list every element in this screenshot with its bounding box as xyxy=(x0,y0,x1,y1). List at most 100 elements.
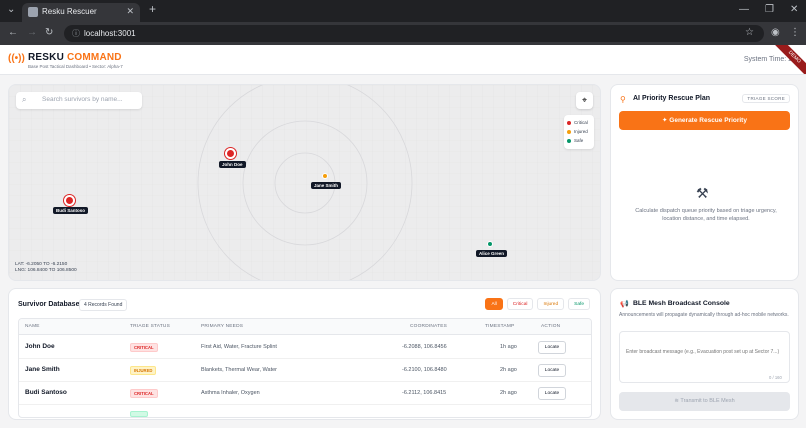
marker-label: Jane Smith xyxy=(311,182,342,189)
favicon-icon xyxy=(28,7,38,17)
browser-menu-icon[interactable]: ⋮ xyxy=(790,27,800,38)
search-input[interactable]: Search survivors by name... xyxy=(42,96,123,103)
brand-subtitle: Base Post Tactical Dashboard • Sector: A… xyxy=(28,64,123,69)
new-tab-icon[interactable]: + xyxy=(149,2,156,16)
legend-item-safe: Safe xyxy=(567,136,591,145)
triage-score-chip: TRIAGE SCORE xyxy=(742,94,790,103)
status-filters: All Critical Injured Safe xyxy=(485,298,590,310)
ble-title: BLE Mesh Broadcast Console xyxy=(633,300,730,307)
radio-signal-icon: ((•)) xyxy=(8,53,25,64)
status-badge: CRITICAL xyxy=(130,389,158,398)
status-badge xyxy=(130,411,148,417)
column-primary-needs: PRIMARY NEEDS xyxy=(201,324,244,329)
crosshair-icon: ⌖ xyxy=(581,95,588,105)
coordinates: -6.2100, 106.8480 xyxy=(402,367,447,373)
priority-panel: ⚲ AI Priority Rescue Plan TRIAGE SCORE ✦… xyxy=(610,84,799,281)
profile-icon[interactable]: ◉ xyxy=(771,27,780,38)
transmit-label: Transmit to BLE Mesh xyxy=(680,398,735,404)
ble-broadcast-panel: 📢 BLE Mesh Broadcast Console Announcemen… xyxy=(610,288,799,420)
survivor-name: Budi Santoso xyxy=(25,389,67,396)
site-info-icon[interactable]: ⓘ xyxy=(72,28,80,39)
marker-label: Alice Green xyxy=(476,250,508,257)
marker-pin xyxy=(487,241,493,247)
column-name: NAME xyxy=(25,324,40,329)
timestamp: 1h ago xyxy=(500,344,517,350)
status-badge: CRITICAL xyxy=(130,343,158,352)
primary-needs: First Aid, Water, Fracture Splint xyxy=(201,344,277,350)
brand-part-1: RESKU xyxy=(28,52,65,63)
search-icon: ⌕ xyxy=(22,95,27,104)
character-count: 0 / 160 xyxy=(769,375,782,380)
legend-item-critical: Critical xyxy=(567,118,591,127)
timestamp: 2h ago xyxy=(500,367,517,373)
browser-tab[interactable]: Resku Rescuer ✕ xyxy=(22,3,140,22)
marker-pin xyxy=(322,173,328,179)
table-header: NAME TRIAGE STATUS PRIMARY NEEDS COORDIN… xyxy=(19,319,591,335)
generate-priority-label: Generate Rescue Priority xyxy=(669,117,747,124)
brand-part-2: COMMAND xyxy=(67,52,122,63)
url-text: localhost:3001 xyxy=(84,29,136,38)
marker-label: John Doe xyxy=(219,161,246,168)
marker-label: Budi Santoso xyxy=(53,207,88,214)
status-badge: INJURED xyxy=(130,366,157,375)
legend-item-injured: Injured xyxy=(567,127,591,136)
column-triage-status: TRIAGE STATUS xyxy=(130,324,171,329)
ble-description: Announcements will propagate dynamically… xyxy=(619,312,789,318)
lng-range: LNG: 106.8400 TO 106.8500 xyxy=(15,268,77,273)
survivor-map[interactable]: ⌕ Search survivors by name... ⌖ Critical… xyxy=(8,84,601,281)
bookmark-star-icon[interactable]: ☆ xyxy=(745,27,754,38)
priority-description: Calculate dispatch queue priority based … xyxy=(635,208,777,222)
address-bar[interactable]: ⓘ localhost:3001 ☆ xyxy=(64,25,764,42)
coordinates: -6.2112, 106.8415 xyxy=(402,390,447,396)
transmit-button[interactable]: ≋ Transmit to BLE Mesh xyxy=(619,392,790,411)
locate-button[interactable]: Locate xyxy=(538,341,566,354)
back-icon[interactable]: ← xyxy=(8,27,18,38)
browser-toolbar: ← → ↻ ⓘ localhost:3001 ☆ ◉ ⋮ xyxy=(0,22,806,45)
filter-safe[interactable]: Safe xyxy=(568,298,590,310)
coordinates: -6.2088, 106.8456 xyxy=(402,344,447,350)
minimize-icon[interactable]: — xyxy=(739,4,749,15)
megaphone-icon: 📢 xyxy=(620,301,629,308)
filter-all[interactable]: All xyxy=(485,298,503,310)
primary-needs: Blankets, Thermal Wear, Water xyxy=(201,367,278,373)
map-grid xyxy=(9,85,600,280)
table-row[interactable] xyxy=(19,405,591,417)
survivor-name: John Doe xyxy=(25,343,55,350)
window-close-icon[interactable]: ✕ xyxy=(790,4,798,15)
location-pin-icon: ⚲ xyxy=(620,95,626,104)
survivor-name: Jane Smith xyxy=(25,366,60,373)
maximize-icon[interactable]: ❐ xyxy=(765,4,774,15)
column-action: ACTION xyxy=(541,324,561,329)
filter-critical[interactable]: Critical xyxy=(506,298,534,310)
timestamp: 2h ago xyxy=(500,390,517,396)
map-legend: Critical Injured Safe xyxy=(564,115,594,149)
map-coordinates: LAT: -6.2050 TO -6.2150 LNG: 106.8400 TO… xyxy=(15,262,77,274)
marker-pin xyxy=(66,197,73,204)
survivor-database: Survivor Database 4 Records Found All Cr… xyxy=(8,288,601,420)
table-row[interactable]: John Doe CRITICAL First Aid, Water, Frac… xyxy=(19,336,591,359)
column-timestamp: TIMESTAMP xyxy=(485,324,515,329)
column-coordinates: COORDINATES xyxy=(410,324,448,329)
forward-icon[interactable]: → xyxy=(27,27,37,38)
table-row[interactable]: Jane Smith INJURED Blankets, Thermal Wea… xyxy=(19,359,591,382)
filter-injured[interactable]: Injured xyxy=(537,298,565,310)
record-count-badge: 4 Records Found xyxy=(79,299,128,311)
generate-priority-button[interactable]: ✦ Generate Rescue Priority xyxy=(619,111,790,130)
center-map-button[interactable]: ⌖ xyxy=(576,92,593,109)
marker-pin xyxy=(227,150,234,157)
tab-title: Resku Rescuer xyxy=(42,7,97,16)
app-header: ((•)) RESKU COMMAND Base Post Tactical D… xyxy=(0,45,806,75)
map-search-box[interactable]: ⌕ Search survivors by name... xyxy=(16,92,142,109)
browser-tab-bar: ⌄ Resku Rescuer ✕ + — ❐ ✕ xyxy=(0,0,806,22)
priority-title: AI Priority Rescue Plan xyxy=(633,95,711,102)
reload-icon[interactable]: ↻ xyxy=(45,27,53,38)
survivor-table: NAME TRIAGE STATUS PRIMARY NEEDS COORDIN… xyxy=(18,318,592,418)
locate-button[interactable]: Locate xyxy=(538,387,566,400)
primary-needs: Asthma Inhaler, Oxygen xyxy=(201,390,260,396)
tab-close-icon[interactable]: ✕ xyxy=(126,6,134,17)
tab-list-icon[interactable]: ⌄ xyxy=(7,4,15,15)
locate-button[interactable]: Locate xyxy=(538,364,566,377)
broadcast-message-input[interactable] xyxy=(619,331,790,383)
brand-title: RESKU COMMAND xyxy=(28,52,122,63)
table-row[interactable]: Budi Santoso CRITICAL Asthma Inhaler, Ox… xyxy=(19,382,591,405)
